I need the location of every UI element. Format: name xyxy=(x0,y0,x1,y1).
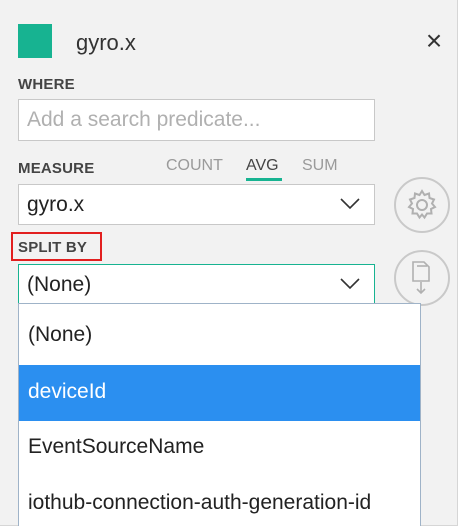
measure-select[interactable]: gyro.x xyxy=(18,184,375,225)
tab-count[interactable]: COUNT xyxy=(166,157,223,175)
close-icon[interactable]: × xyxy=(420,26,448,56)
dropdown-option-deviceid[interactable]: deviceId xyxy=(19,365,420,421)
split-by-select[interactable]: (None) xyxy=(18,264,375,305)
measure-select-value: gyro.x xyxy=(27,193,85,216)
series-color-swatch[interactable] xyxy=(18,24,52,58)
search-predicate-input[interactable] xyxy=(18,99,375,141)
dropdown-option-iothub-connection-auth-generation-id[interactable]: iothub-connection-auth-generation-id xyxy=(19,476,420,526)
panel-title: gyro.x xyxy=(76,30,136,55)
tab-sum[interactable]: SUM xyxy=(302,157,338,175)
measure-label: MEASURE xyxy=(18,160,95,177)
gear-icon xyxy=(407,189,437,220)
annotation-highlight-box xyxy=(11,232,102,261)
where-label: WHERE xyxy=(18,76,75,93)
download-file-icon xyxy=(412,261,430,295)
dropdown-option-none[interactable]: (None) xyxy=(19,308,420,364)
tab-avg[interactable]: AVG xyxy=(246,157,279,175)
active-tab-indicator xyxy=(246,178,282,181)
dropdown-option-eventsourcename[interactable]: EventSourceName xyxy=(19,420,420,476)
download-button[interactable] xyxy=(394,250,450,306)
split-by-dropdown-list: (None) deviceId EventSourceName iothub-c… xyxy=(18,303,421,526)
settings-button[interactable] xyxy=(394,177,450,233)
chevron-down-icon xyxy=(340,278,360,290)
split-by-select-value: (None) xyxy=(27,273,92,296)
chevron-down-icon xyxy=(340,198,360,210)
